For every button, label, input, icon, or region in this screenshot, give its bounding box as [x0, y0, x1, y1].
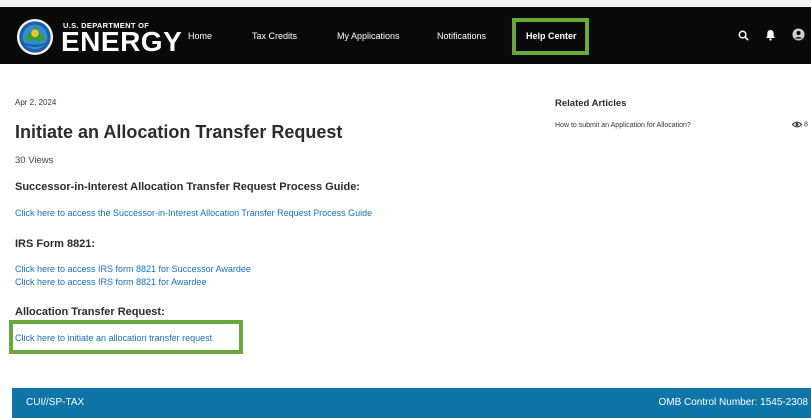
- initiate-link-highlight: [9, 320, 243, 354]
- related-article-item[interactable]: How to submit an Application for Allocat…: [555, 122, 691, 129]
- doe-logo[interactable]: U.S. DEPARTMENT OF ENERGY: [16, 17, 196, 57]
- nav-home[interactable]: Home: [188, 31, 212, 41]
- related-articles-title: Related Articles: [555, 98, 627, 109]
- section-heading-irs-form: IRS Form 8821:: [15, 238, 96, 250]
- irs-form-awardee-link[interactable]: Click here to access IRS form 8821 for A…: [15, 277, 206, 287]
- top-strip: [0, 0, 811, 7]
- omb-control-number: OMB Control Number: 1545-2308: [658, 397, 808, 408]
- related-article-views: 8: [791, 121, 808, 129]
- section-heading-process-guide: Successor-in-Interest Allocation Transfe…: [15, 181, 360, 193]
- process-guide-link[interactable]: Click here to access the Successor-in-In…: [15, 208, 372, 218]
- nav-notifications[interactable]: Notifications: [437, 31, 486, 41]
- view-count: 30 Views: [15, 155, 54, 166]
- logo-big-text: ENERGY: [61, 26, 183, 57]
- article-date: Apr 2, 2024: [15, 98, 57, 107]
- cui-label: CUI//SP-TAX: [26, 397, 85, 408]
- eye-icon: [791, 121, 803, 128]
- search-icon[interactable]: [738, 30, 749, 41]
- irs-form-successor-link[interactable]: Click here to access IRS form 8821 for S…: [15, 264, 251, 274]
- page-title: Initiate an Allocation Transfer Request: [15, 122, 343, 142]
- bell-icon[interactable]: [765, 29, 776, 41]
- section-heading-transfer-request: Allocation Transfer Request:: [15, 306, 165, 318]
- user-avatar-icon[interactable]: [792, 28, 805, 41]
- doe-seal-icon: [16, 18, 54, 56]
- nav-tax-credits[interactable]: Tax Credits: [252, 31, 297, 41]
- top-navbar: U.S. DEPARTMENT OF ENERGY Home Tax Credi…: [0, 7, 811, 64]
- footer-bar: CUI//SP-TAX OMB Control Number: 1545-230…: [12, 388, 811, 418]
- help-center-highlight: [512, 18, 589, 55]
- nav-my-applications[interactable]: My Applications: [337, 31, 400, 41]
- related-article-view-count: 8: [803, 121, 808, 129]
